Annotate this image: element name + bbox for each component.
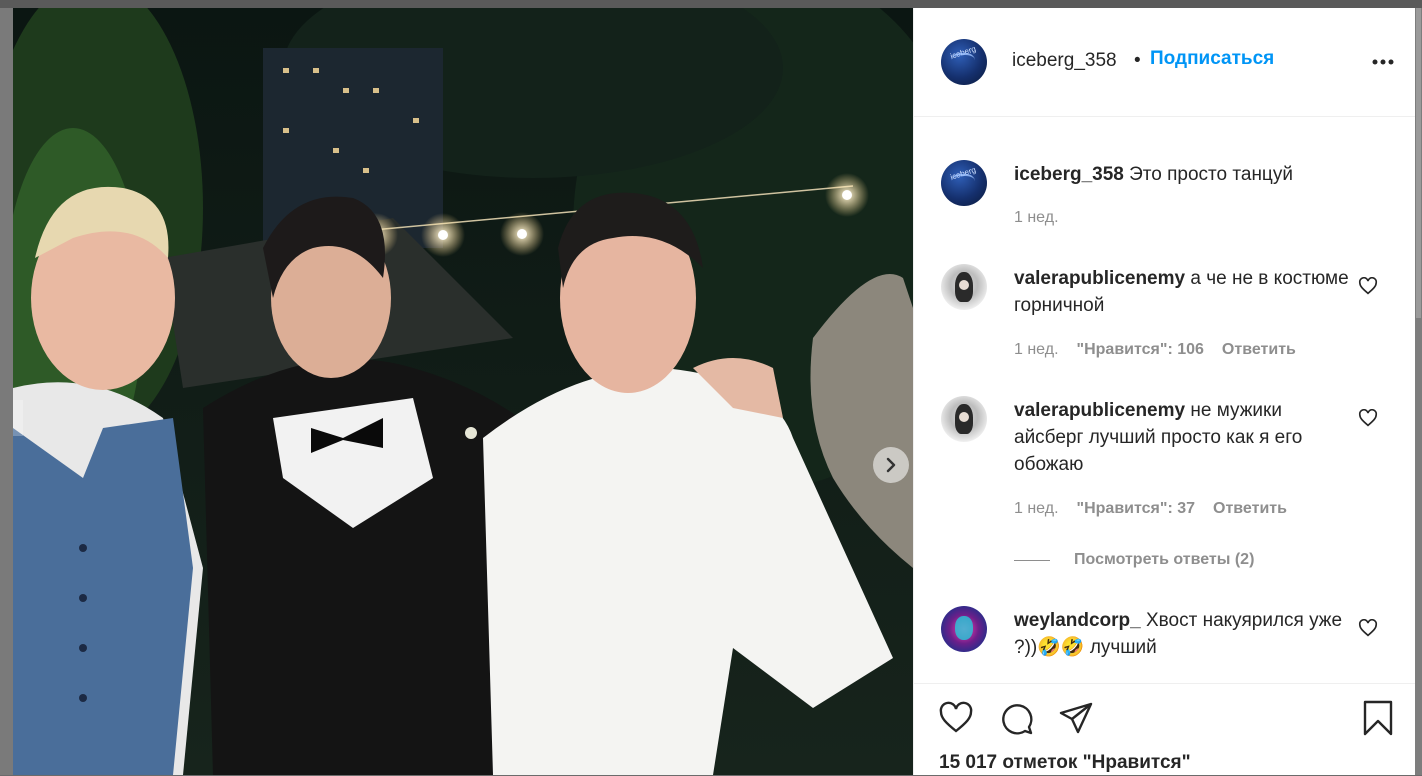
avatar[interactable]: iceberg xyxy=(941,39,987,85)
reply-button[interactable]: Ответить xyxy=(1213,500,1287,517)
likes-count[interactable]: 15 017 отметок "Нравится" xyxy=(939,752,1191,774)
photo-illustration xyxy=(13,8,913,775)
replies-divider xyxy=(1014,560,1050,561)
scrollbar-thumb[interactable] xyxy=(1416,8,1421,318)
previous-photo-hint[interactable] xyxy=(13,400,23,436)
comments-list[interactable]: iceberg iceberg_358 Это просто танцуй 1 … xyxy=(914,116,1415,683)
follow-button[interactable]: Подписаться xyxy=(1150,48,1274,70)
post-header: iceberg iceberg_358 • Подписаться xyxy=(914,8,1415,117)
avatar[interactable] xyxy=(941,396,987,442)
reply-button[interactable]: Ответить xyxy=(1222,341,1296,358)
post-photo[interactable] xyxy=(13,8,913,775)
avatar[interactable] xyxy=(941,264,987,310)
comment-text: valerapublicenemy не мужики айсберг лучш… xyxy=(1014,397,1349,478)
comment-likes[interactable]: "Нравится": 106 xyxy=(1077,341,1204,358)
comment-text: weylandcorp_ Хвост накуярился уже ?))🤣🤣 … xyxy=(1014,607,1344,661)
separator-dot: • xyxy=(1134,50,1141,71)
avatar[interactable]: iceberg xyxy=(941,160,987,206)
heart-icon[interactable] xyxy=(938,700,974,736)
overlay-backdrop-left[interactable] xyxy=(0,8,13,775)
heart-icon[interactable] xyxy=(1358,619,1378,637)
comment-time[interactable]: 1 нед. xyxy=(1014,341,1059,358)
post-actions-bar: 15 017 отметок "Нравится" xyxy=(914,683,1415,776)
caption-body: Это просто танцуй xyxy=(1129,164,1293,185)
avatar-label: iceberg xyxy=(949,165,977,182)
comment-likes[interactable]: "Нравится": 37 xyxy=(1077,500,1196,517)
avatar-label: iceberg xyxy=(949,44,977,61)
comment-username[interactable]: valerapublicenemy xyxy=(1014,268,1185,289)
chevron-right-icon xyxy=(886,457,896,473)
share-icon[interactable] xyxy=(1058,700,1094,736)
next-photo-button[interactable] xyxy=(873,447,909,483)
comment-meta: 1 нед. "Нравится": 106 Ответить xyxy=(1014,341,1296,359)
browser-top-strip xyxy=(0,0,1422,8)
comment-meta: 1 нед. "Нравится": 37 Ответить xyxy=(1014,500,1287,518)
caption-text: iceberg_358 Это просто танцуй xyxy=(1014,161,1354,188)
more-icon[interactable] xyxy=(1370,58,1396,66)
caption-timestamp[interactable]: 1 нед. xyxy=(1014,209,1059,226)
comment-text: valerapublicenemy а че не в костюме горн… xyxy=(1014,265,1354,319)
comment-username[interactable]: weylandcorp_ xyxy=(1014,610,1141,631)
bookmark-icon[interactable] xyxy=(1360,700,1396,736)
view-replies-button[interactable]: Посмотреть ответы (2) xyxy=(1074,551,1254,569)
caption-time: 1 нед. xyxy=(1014,209,1059,227)
scrollbar-track[interactable] xyxy=(1414,8,1422,775)
avatar[interactable] xyxy=(941,606,987,652)
author-username[interactable]: iceberg_358 xyxy=(1012,50,1117,72)
post-side-panel: iceberg iceberg_358 • Подписаться iceber… xyxy=(913,8,1415,775)
comment-username[interactable]: valerapublicenemy xyxy=(1014,400,1185,421)
caption-username[interactable]: iceberg_358 xyxy=(1014,164,1124,185)
heart-icon[interactable] xyxy=(1358,409,1378,427)
comment-icon[interactable] xyxy=(999,700,1035,736)
comment-time[interactable]: 1 нед. xyxy=(1014,500,1059,517)
heart-icon[interactable] xyxy=(1358,277,1378,295)
